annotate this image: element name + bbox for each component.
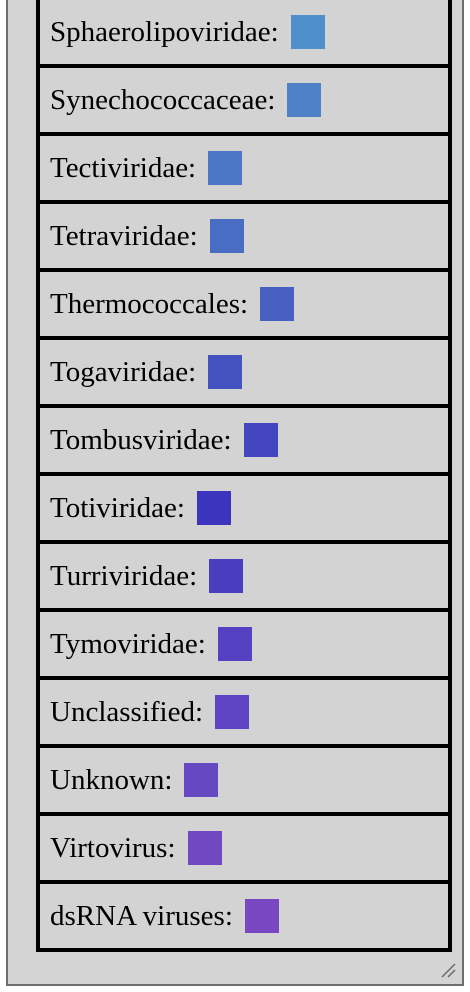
legend-item-label: Turriviridae: [50, 559, 198, 592]
legend-panel: Sphaerolipoviridae: Synechococcaceae: Te… [6, 0, 464, 986]
legend-item-label: Unknown: [50, 763, 173, 796]
legend-item-unknown: Unknown: [36, 744, 452, 812]
color-swatch [290, 15, 325, 49]
legend-item-label: Synechococcaceae: [50, 83, 276, 116]
legend-item-turriviridae: Turriviridae: [36, 540, 452, 608]
legend-item-label: Virtovirus: [50, 831, 176, 864]
color-swatch [215, 695, 250, 729]
legend-item-label: Totiviridae: [50, 491, 185, 524]
legend-item-label: Unclassified: [50, 695, 204, 728]
legend-item-label: Thermococcales: [50, 287, 249, 320]
color-swatch [187, 831, 222, 865]
legend-item-virtovirus: Virtovirus: [36, 812, 452, 880]
color-swatch [217, 627, 252, 661]
color-swatch [209, 559, 244, 593]
legend-list: Sphaerolipoviridae: Synechococcaceae: Te… [36, 0, 452, 952]
legend-item-label: Sphaerolipoviridae: [50, 15, 279, 48]
legend-item-tymoviridae: Tymoviridae: [36, 608, 452, 676]
color-swatch [287, 83, 322, 117]
legend-item-unclassified: Unclassified: [36, 676, 452, 744]
color-swatch [209, 219, 244, 253]
color-swatch [208, 151, 243, 185]
legend-item-label: Tetraviridae: [50, 219, 198, 252]
color-swatch [196, 491, 231, 525]
legend-item-label: Togaviridae: [50, 355, 197, 388]
legend-item-tombusviridae: Tombusviridae: [36, 404, 452, 472]
legend-item-synechococcaceae: Synechococcaceae: [36, 64, 452, 132]
legend-item-sphaerolipoviridae: Sphaerolipoviridae: [36, 0, 452, 64]
legend-item-label: dsRNA viruses: [50, 899, 233, 932]
legend-item-thermococcales: Thermococcales: [36, 268, 452, 336]
legend-item-label: Tymoviridae: [50, 627, 206, 660]
legend-item-totiviridae: Totiviridae: [36, 472, 452, 540]
legend-item-label: Tectiviridae: [50, 151, 197, 184]
legend-item-tetraviridae: Tetraviridae: [36, 200, 452, 268]
legend-item-tectiviridae: Tectiviridae: [36, 132, 452, 200]
legend-item-togaviridae: Togaviridae: [36, 336, 452, 404]
resize-grip-icon[interactable] [438, 960, 456, 978]
color-swatch [260, 287, 295, 321]
color-swatch [184, 763, 219, 797]
color-swatch [243, 423, 278, 457]
legend-item-label: Tombusviridae: [50, 423, 232, 456]
color-swatch [244, 899, 279, 933]
legend-item-dsrna-viruses: dsRNA viruses: [36, 880, 452, 952]
color-swatch [208, 355, 243, 389]
